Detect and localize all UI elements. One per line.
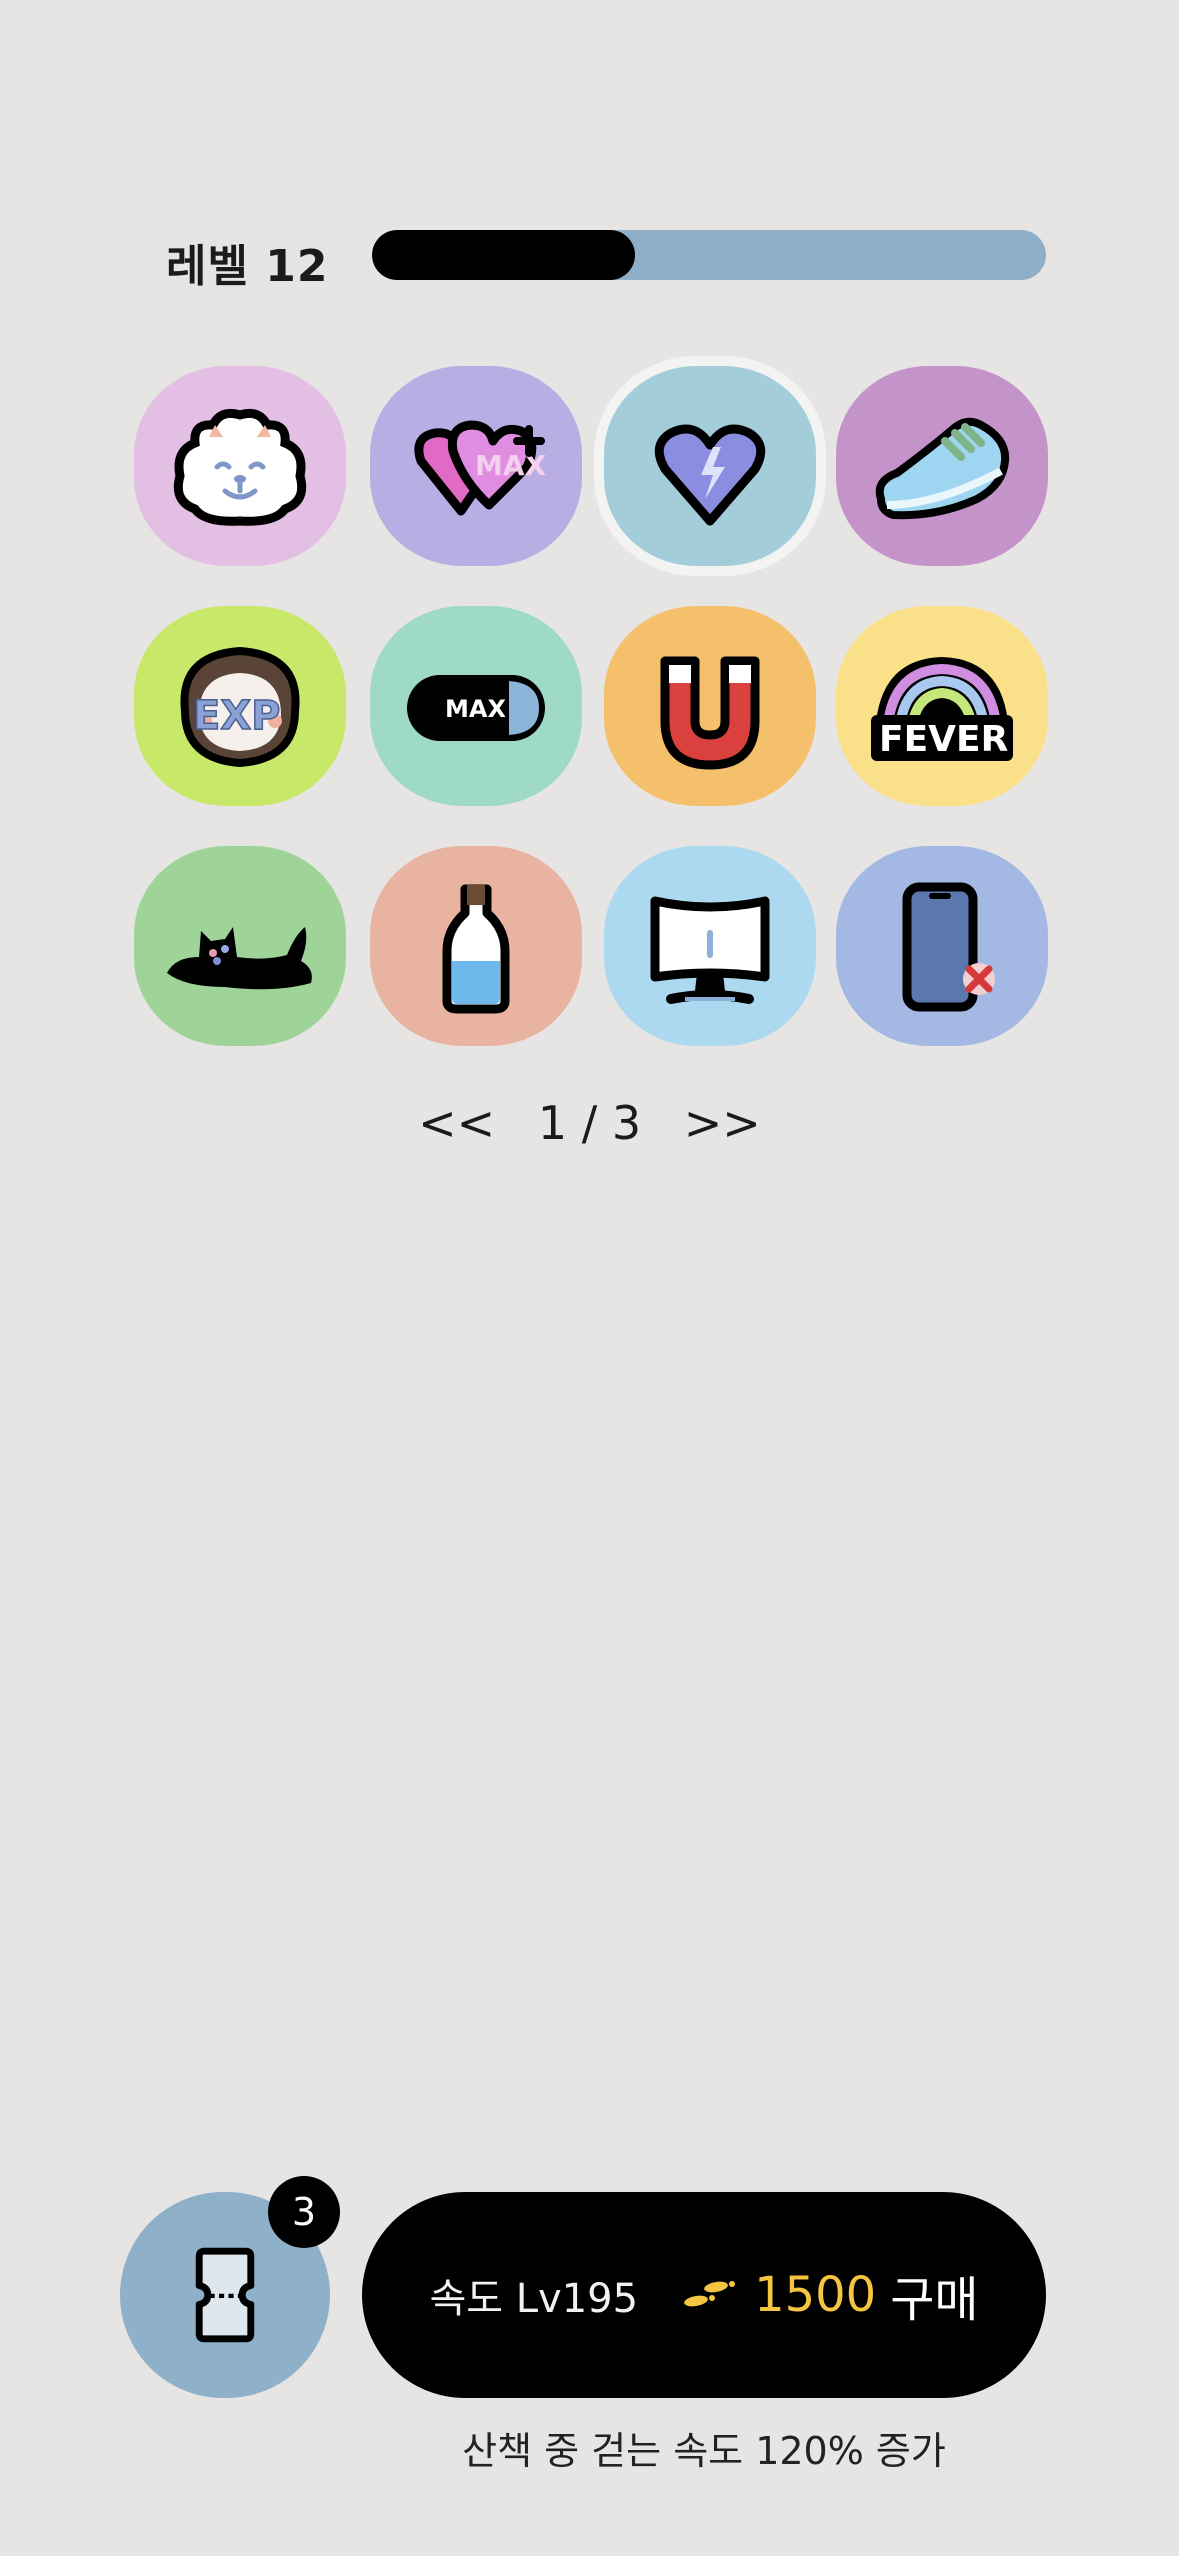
footprint-coin-icon	[684, 2281, 736, 2307]
svg-text:FEVER: FEVER	[879, 719, 1008, 760]
next-page-button[interactable]: >>	[684, 1096, 761, 1150]
max-battery-icon: MAX	[407, 675, 545, 741]
level-progress-fill	[372, 230, 635, 280]
item-tile-exp-face[interactable]: EXP	[134, 606, 346, 806]
item-tile-black-cat[interactable]	[134, 846, 346, 1046]
lightning-heart-icon	[654, 424, 766, 526]
buy-button[interactable]: 속도 Lv195 1500 구매	[362, 2192, 1046, 2398]
item-description: 산책 중 걷는 속도 120% 증가	[462, 2429, 946, 2473]
item-tile-monitor[interactable]	[604, 846, 816, 1046]
item-tile-max-hearts[interactable]: MAX	[370, 366, 582, 566]
samoyed-icon	[173, 408, 307, 526]
item-tile-phone-off[interactable]	[836, 846, 1048, 1046]
max-hearts-icon: MAX	[414, 420, 547, 516]
monitor-icon	[650, 896, 770, 1004]
level-row: 레벨 12	[0, 228, 1179, 292]
black-cat-icon	[167, 927, 312, 990]
item-tile-magnet[interactable]	[604, 606, 816, 806]
item-tile-lightning-heart[interactable]	[604, 366, 816, 566]
pager: << 1 / 3 >>	[0, 1096, 1179, 1150]
buy-label: 구매	[890, 2272, 979, 2328]
ticket-count-badge: 3	[268, 2176, 340, 2248]
exp-face-icon: EXP	[180, 646, 300, 768]
item-tile-max-battery[interactable]: MAX	[370, 606, 582, 806]
level-label: 레벨 12	[166, 241, 329, 292]
item-tile-water-bottle[interactable]	[370, 846, 582, 1046]
page-indicator: 1 / 3	[537, 1096, 642, 1150]
buy-stat-label: 속도 Lv195	[429, 2276, 639, 2322]
sneaker-icon	[875, 417, 1010, 520]
item-tile-sneaker[interactable]	[836, 366, 1048, 566]
phone-off-icon	[902, 882, 995, 1012]
svg-text:MAX: MAX	[475, 449, 547, 482]
ticket-icon	[195, 2247, 255, 2343]
prev-page-button[interactable]: <<	[418, 1096, 495, 1150]
item-tile-fever-rainbow[interactable]: FEVER	[836, 606, 1048, 806]
buy-price: 1500	[754, 2267, 877, 2323]
magnet-icon	[660, 656, 760, 770]
fever-rainbow-icon: FEVER	[871, 657, 1013, 761]
water-bottle-icon	[442, 884, 510, 1014]
svg-text:MAX: MAX	[445, 695, 506, 723]
svg-text:EXP: EXP	[193, 693, 280, 739]
level-progress-bar	[372, 230, 1046, 280]
item-tile-samoyed[interactable]	[134, 366, 346, 566]
